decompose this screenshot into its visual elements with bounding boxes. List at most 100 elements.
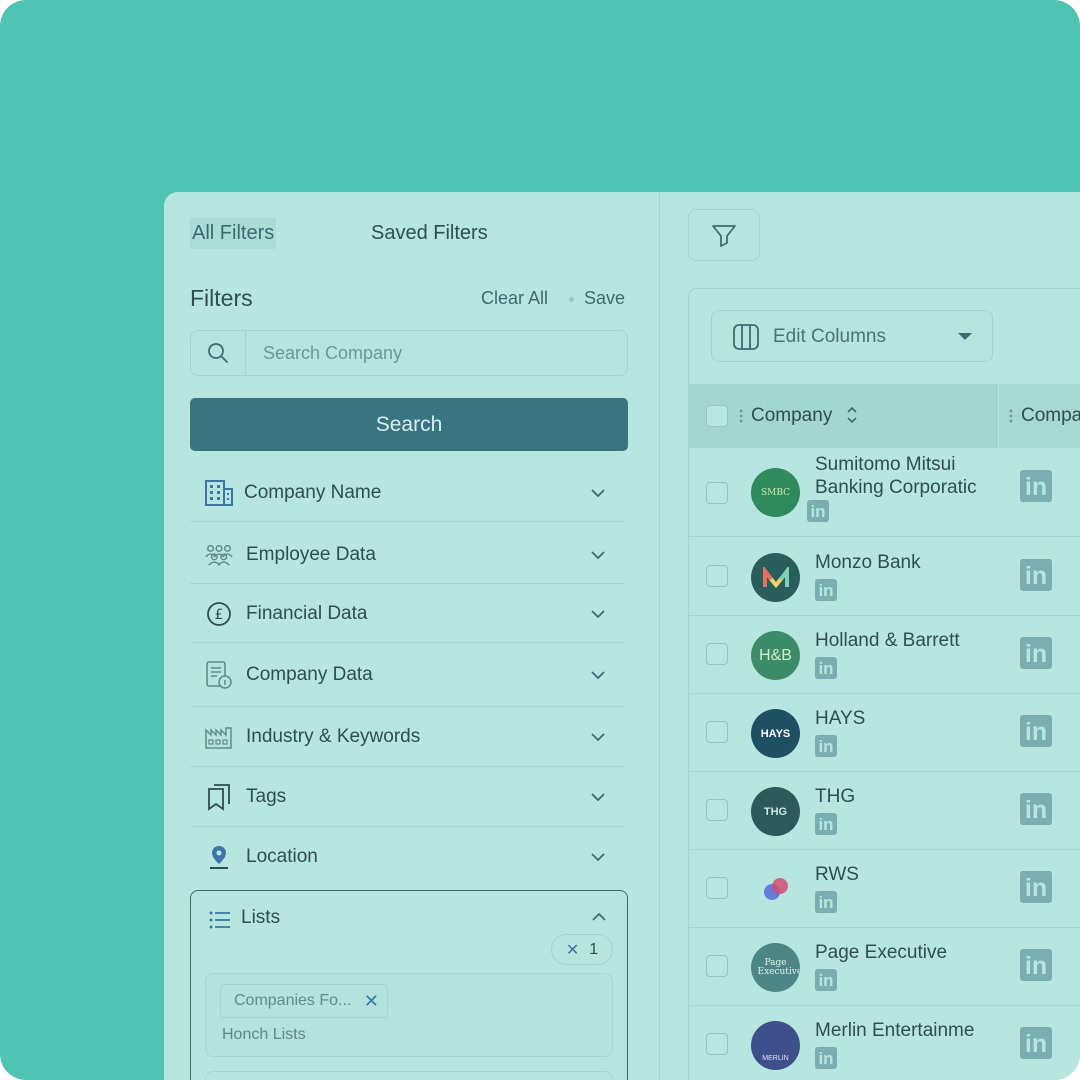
logo-text: Page Executive (757, 957, 801, 977)
row-checkbox[interactable] (706, 643, 728, 665)
linkedin-icon[interactable]: in (815, 657, 837, 679)
search-input[interactable] (247, 331, 625, 375)
search-button[interactable]: Search (190, 398, 628, 451)
column-label: Compa (1021, 405, 1080, 426)
table-row[interactable]: SMBC Sumitomo Mitsui Banking Corporatic … (689, 448, 1080, 537)
drag-handle-icon[interactable] (1009, 409, 1013, 423)
row-checkbox[interactable] (706, 721, 728, 743)
linkedin-icon[interactable]: in (815, 1047, 837, 1069)
filters-title: Filters (190, 285, 253, 311)
chevron-down-icon (591, 793, 605, 802)
drag-handle-icon[interactable] (739, 409, 743, 423)
linkedin-icon[interactable]: in (815, 735, 837, 757)
pound-coin-icon: £ (204, 599, 234, 629)
company-logo: SMBC (751, 468, 800, 517)
company-name[interactable]: RWS (815, 864, 979, 886)
edit-columns-dropdown[interactable]: Edit Columns (711, 310, 993, 362)
caret-down-icon (958, 333, 972, 340)
facet-lists[interactable]: Lists ✕ 1 Companies Fo... ✕ Honch Lists (190, 890, 628, 1080)
linkedin-icon[interactable]: in (1020, 871, 1052, 903)
chevron-down-icon (591, 853, 605, 862)
row-checkbox[interactable] (706, 482, 728, 504)
company-name[interactable]: Merlin Entertainme (815, 1020, 979, 1042)
linkedin-icon[interactable]: in (1020, 637, 1052, 669)
facet-label: Tags (246, 786, 287, 807)
column-header-company[interactable]: Company (689, 384, 999, 448)
chevron-up-icon[interactable] (589, 907, 609, 927)
bookmarks-icon (204, 782, 234, 812)
company-name[interactable]: HAYS (815, 708, 979, 730)
linkedin-icon[interactable]: in (815, 891, 837, 913)
chevron-down-icon (591, 488, 605, 497)
linkedin-icon[interactable]: in (1020, 559, 1052, 591)
company-name[interactable]: Sumitomo Mitsui Banking Corporatic (815, 453, 979, 499)
table-row[interactable]: HAYS HAYS in in (689, 694, 1080, 772)
table-row[interactable]: Monzo Bank in in (689, 538, 1080, 616)
linkedin-icon[interactable]: in (1020, 949, 1052, 981)
linkedin-icon[interactable]: in (807, 500, 829, 522)
row-checkbox[interactable] (706, 565, 728, 587)
linkedin-icon[interactable]: in (1020, 793, 1052, 825)
factory-icon (204, 722, 234, 752)
sort-icon[interactable] (845, 404, 859, 426)
company-name[interactable]: Page Executive (815, 942, 979, 964)
table-row[interactable]: MERLIN Merlin Entertainme in in (689, 1006, 1080, 1080)
table-row[interactable]: RWS in in (689, 850, 1080, 928)
company-logo: Page Executive (751, 943, 800, 992)
linkedin-icon[interactable]: in (815, 579, 837, 601)
filter-toggle-button[interactable] (688, 209, 760, 261)
linkedin-icon[interactable]: in (1020, 470, 1052, 502)
company-logo: THG (751, 787, 800, 836)
tab-all-filters[interactable]: All Filters (190, 218, 277, 249)
linkedin-icon[interactable]: in (1020, 1027, 1052, 1059)
company-logo (751, 865, 800, 914)
facet-tags[interactable]: Tags (190, 768, 624, 827)
linkedin-icon[interactable]: in (815, 813, 837, 835)
lists-source-label: Honch Lists (222, 1026, 306, 1043)
row-checkbox[interactable] (706, 877, 728, 899)
document-info-icon (204, 660, 234, 690)
tab-saved-filters[interactable]: Saved Filters (371, 222, 488, 245)
monzo-logo-icon (762, 566, 789, 588)
linkedin-icon[interactable]: in (815, 969, 837, 991)
linkedin-icon[interactable]: in (1020, 715, 1052, 747)
company-name[interactable]: Holland & Barrett (815, 630, 979, 652)
table-row[interactable]: Page Executive Page Executive in in (689, 928, 1080, 1006)
company-logo (751, 553, 800, 602)
facet-company-name[interactable]: Company Name (190, 464, 624, 522)
logo-text: SMBC (760, 487, 791, 498)
background: All Filters Saved Filters Filters Clear … (0, 0, 1080, 1080)
lists-secondary-box (205, 1071, 613, 1080)
chevron-down-icon (591, 609, 605, 618)
facet-label: Lists (241, 907, 281, 928)
facet-industry-keywords[interactable]: Industry & Keywords (190, 708, 624, 767)
row-checkbox[interactable] (706, 799, 728, 821)
company-name[interactable]: Monzo Bank (815, 552, 979, 574)
selected-count-badge[interactable]: ✕ 1 (551, 934, 613, 965)
filter-funnel-icon (712, 225, 736, 247)
clear-x-icon: ✕ (565, 941, 580, 959)
table-row[interactable]: H&B Holland & Barrett in in (689, 616, 1080, 694)
company-name[interactable]: THG (815, 786, 979, 808)
company-logo: MERLIN (751, 1021, 800, 1070)
facet-company-data[interactable]: Company Data (190, 644, 624, 707)
facet-label: Industry & Keywords (246, 726, 421, 747)
save-link[interactable]: Save (584, 288, 625, 309)
facet-location[interactable]: Location (190, 828, 624, 886)
clear-all-link[interactable]: Clear All (481, 288, 548, 309)
facet-label: Company Data (246, 664, 373, 685)
list-chip[interactable]: Companies Fo... ✕ (220, 984, 388, 1018)
logo-text: H&B (759, 646, 792, 664)
row-checkbox[interactable] (706, 955, 728, 977)
logo-text: HAYS (760, 727, 791, 740)
table-row[interactable]: THG THG in in (689, 772, 1080, 850)
rws-logo-icon (763, 877, 788, 900)
column-label: Company (751, 405, 833, 426)
facet-financial-data[interactable]: £ Financial Data (190, 585, 624, 643)
facet-employee-data[interactable]: Employee Data (190, 526, 624, 584)
location-pin-icon (204, 842, 234, 872)
row-checkbox[interactable] (706, 1033, 728, 1055)
select-all-checkbox[interactable] (706, 405, 728, 427)
filter-panel: All Filters Saved Filters Filters Clear … (164, 192, 660, 1080)
remove-chip-icon[interactable]: ✕ (364, 991, 379, 1012)
